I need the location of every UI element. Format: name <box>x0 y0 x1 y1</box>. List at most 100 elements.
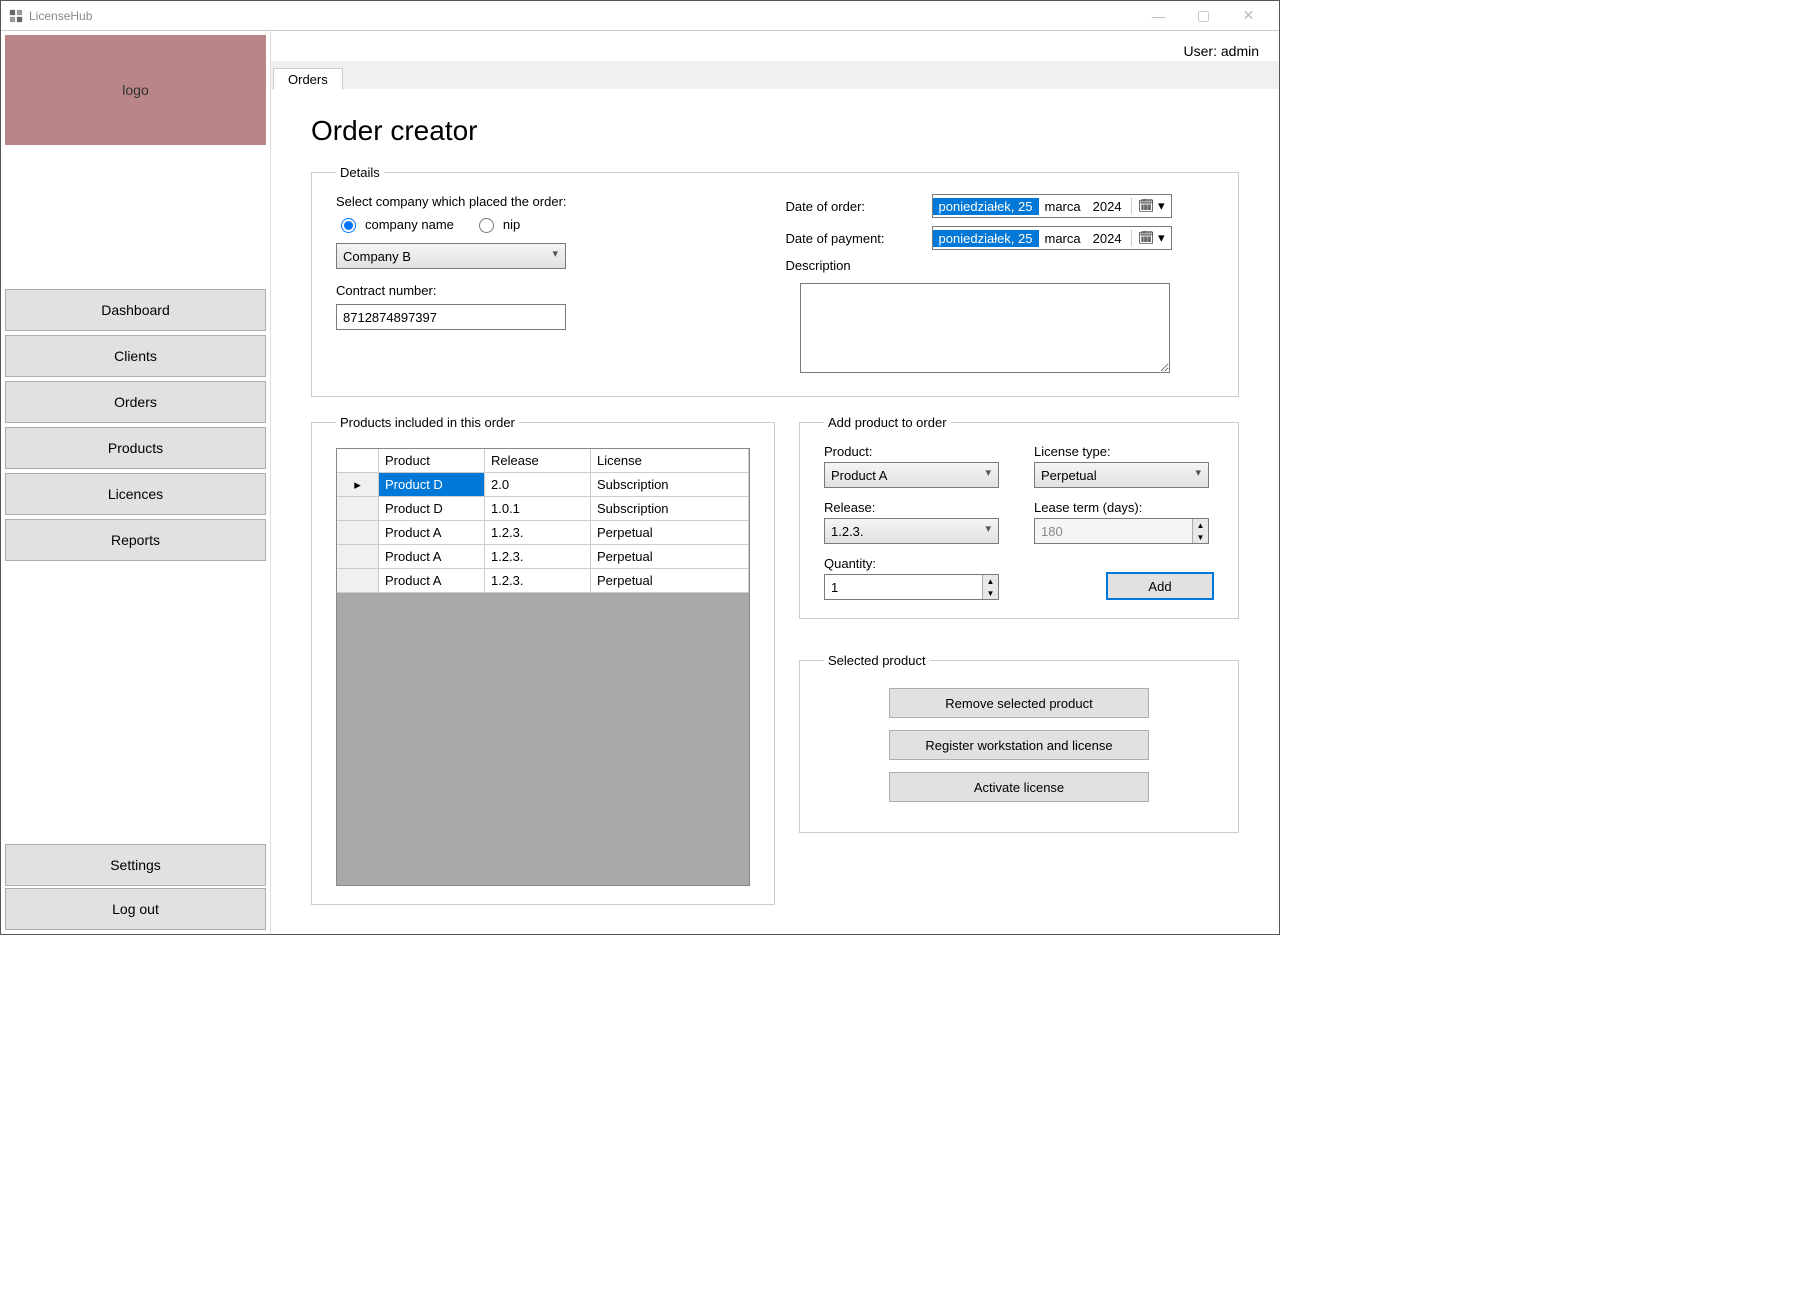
cell-license: Perpetual <box>591 545 749 569</box>
product-label: Product: <box>824 444 1004 459</box>
table-header: Product Release License <box>337 449 749 473</box>
add-product-fieldset: Add product to order Product: License ty… <box>799 415 1239 619</box>
spin-up-icon: ▲ <box>1192 519 1208 531</box>
nav-orders[interactable]: Orders <box>5 381 266 423</box>
quantity-label: Quantity: <box>824 556 1004 571</box>
description-textarea[interactable] <box>800 283 1170 373</box>
th-product[interactable]: Product <box>379 449 485 473</box>
company-combo[interactable] <box>336 243 566 269</box>
titlebar: LicenseHub — ▢ ✕ <box>1 1 1279 31</box>
date-order-picker[interactable]: poniedziałek, 25 marca 2024 🗓︎ ▾ <box>932 194 1172 218</box>
main: User: admin Orders Order creator Details… <box>271 31 1279 934</box>
release-label: Release: <box>824 500 1004 515</box>
th-license[interactable]: License <box>591 449 749 473</box>
date-order-year: 2024 <box>1087 199 1128 214</box>
lease-term-label: Lease term (days): <box>1034 500 1214 515</box>
contract-input[interactable] <box>336 304 566 330</box>
cell-license: Perpetual <box>591 521 749 545</box>
quantity-input[interactable] <box>824 574 999 600</box>
date-order-month: marca <box>1039 199 1087 214</box>
cell-release: 2.0 <box>485 473 591 497</box>
date-payment-label: Date of payment: <box>786 231 916 246</box>
products-fieldset: Products included in this order Product … <box>311 415 775 905</box>
row-marker <box>337 497 379 521</box>
tab-orders[interactable]: Orders <box>273 68 343 90</box>
logo: logo <box>5 35 266 145</box>
row-marker: ▸ <box>337 473 379 497</box>
cell-product: Product A <box>379 569 485 593</box>
radio-nip-text: nip <box>503 217 520 232</box>
nav-logout[interactable]: Log out <box>5 888 266 930</box>
nav-settings[interactable]: Settings <box>5 844 266 886</box>
row-marker <box>337 569 379 593</box>
minimize-button[interactable]: — <box>1136 1 1181 31</box>
calendar-icon[interactable]: 🗓︎ ▾ <box>1131 230 1171 246</box>
spin-down-icon: ▼ <box>1192 531 1208 543</box>
nav-products[interactable]: Products <box>5 427 266 469</box>
table-row[interactable]: ▸Product D2.0Subscription <box>337 473 749 497</box>
cell-product: Product A <box>379 521 485 545</box>
nav-reports[interactable]: Reports <box>5 519 266 561</box>
products-table[interactable]: Product Release License ▸Product D2.0Sub… <box>336 448 750 886</box>
app-window: LicenseHub — ▢ ✕ logo Dashboard Clients … <box>0 0 1280 935</box>
radio-nip-input[interactable] <box>479 218 494 233</box>
radio-company-name-text: company name <box>365 217 454 232</box>
date-payment-day: poniedziałek, 25 <box>933 230 1039 247</box>
spin-down-icon[interactable]: ▼ <box>982 587 998 599</box>
remove-selected-button[interactable]: Remove selected product <box>889 688 1149 718</box>
nav-dashboard[interactable]: Dashboard <box>5 289 266 331</box>
cell-release: 1.2.3. <box>485 521 591 545</box>
nav-clients[interactable]: Clients <box>5 335 266 377</box>
calendar-icon[interactable]: 🗓︎ ▾ <box>1131 198 1171 214</box>
th-release[interactable]: Release <box>485 449 591 473</box>
cell-release: 1.2.3. <box>485 545 591 569</box>
select-company-label: Select company which placed the order: <box>336 194 726 209</box>
lease-term-input <box>1034 518 1209 544</box>
products-legend: Products included in this order <box>336 415 519 430</box>
date-payment-year: 2024 <box>1087 231 1128 246</box>
license-type-label: License type: <box>1034 444 1214 459</box>
cell-license: Subscription <box>591 473 749 497</box>
date-payment-picker[interactable]: poniedziałek, 25 marca 2024 🗓︎ ▾ <box>932 226 1172 250</box>
radio-nip[interactable]: nip <box>474 215 520 233</box>
spin-up-icon[interactable]: ▲ <box>982 575 998 587</box>
radio-company-name-input[interactable] <box>341 218 356 233</box>
cell-license: Perpetual <box>591 569 749 593</box>
close-button[interactable]: ✕ <box>1226 1 1271 31</box>
product-combo[interactable] <box>824 462 999 488</box>
table-row[interactable]: Product A1.2.3.Perpetual <box>337 569 749 593</box>
selected-product-fieldset: Selected product Remove selected product… <box>799 653 1239 833</box>
release-combo[interactable] <box>824 518 999 544</box>
maximize-button[interactable]: ▢ <box>1181 1 1226 31</box>
add-product-legend: Add product to order <box>824 415 951 430</box>
date-payment-month: marca <box>1039 231 1087 246</box>
app-title: LicenseHub <box>29 9 92 23</box>
contract-label: Contract number: <box>336 283 726 298</box>
table-row[interactable]: Product A1.2.3.Perpetual <box>337 521 749 545</box>
row-marker <box>337 545 379 569</box>
cell-release: 1.2.3. <box>485 569 591 593</box>
date-order-day: poniedziałek, 25 <box>933 198 1039 215</box>
radio-company-name[interactable]: company name <box>336 215 454 233</box>
table-row[interactable]: Product A1.2.3.Perpetual <box>337 545 749 569</box>
activate-license-button[interactable]: Activate license <box>889 772 1149 802</box>
description-label: Description <box>786 258 1214 273</box>
row-marker <box>337 521 379 545</box>
app-icon <box>9 9 23 23</box>
tabbar: Orders <box>271 61 1279 89</box>
th-rowhead <box>337 449 379 473</box>
add-button[interactable]: Add <box>1106 572 1214 600</box>
selected-product-legend: Selected product <box>824 653 930 668</box>
page-title: Order creator <box>311 115 1239 147</box>
cell-product: Product D <box>379 473 485 497</box>
sidebar: logo Dashboard Clients Orders Products L… <box>1 31 271 934</box>
nav-licences[interactable]: Licences <box>5 473 266 515</box>
details-fieldset: Details Select company which placed the … <box>311 165 1239 397</box>
table-row[interactable]: Product D1.0.1Subscription <box>337 497 749 521</box>
cell-product: Product A <box>379 545 485 569</box>
license-type-combo[interactable] <box>1034 462 1209 488</box>
date-order-label: Date of order: <box>786 199 916 214</box>
register-workstation-button[interactable]: Register workstation and license <box>889 730 1149 760</box>
cell-product: Product D <box>379 497 485 521</box>
cell-license: Subscription <box>591 497 749 521</box>
